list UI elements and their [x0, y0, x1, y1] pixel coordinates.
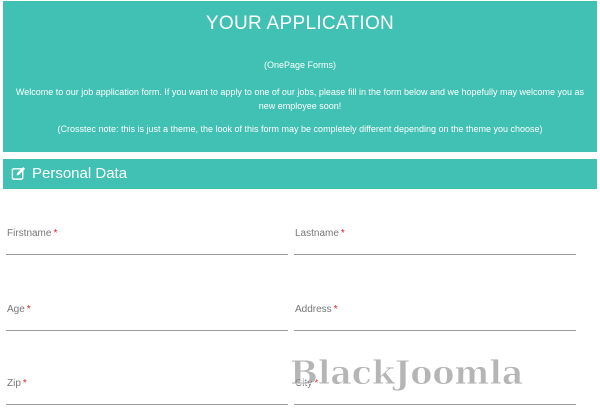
required-marker: *	[333, 304, 338, 315]
age-field[interactable]: Age *	[6, 300, 288, 331]
firstname-label: Firstname *	[7, 228, 58, 239]
required-marker: *	[53, 228, 58, 239]
address-field[interactable]: Address *	[294, 300, 576, 331]
city-label: City *	[295, 378, 319, 389]
welcome-text: Welcome to our job application form. If …	[15, 87, 585, 111]
zip-field[interactable]: Zip *	[6, 374, 288, 405]
required-marker: *	[22, 378, 27, 389]
form-subtitle: (OnePage Forms)	[263, 60, 337, 70]
theme-note: (Crosstec note: this is just a theme, th…	[57, 124, 543, 134]
section-title: Personal Data	[32, 165, 128, 182]
page-title: YOUR APPLICATION	[205, 13, 395, 34]
city-field[interactable]: City *	[294, 374, 576, 405]
form-header: YOUR APPLICATION (OnePage Forms) Welcome…	[3, 1, 597, 152]
lastname-label: Lastname *	[295, 228, 345, 239]
required-marker: *	[26, 304, 31, 315]
firstname-field[interactable]: Firstname *	[6, 224, 288, 255]
address-label: Address *	[295, 304, 338, 315]
age-label: Age *	[7, 304, 31, 315]
required-marker: *	[340, 228, 345, 239]
lastname-field[interactable]: Lastname *	[294, 224, 576, 255]
zip-label: Zip *	[7, 378, 27, 389]
edit-icon	[11, 166, 26, 180]
section-header-personal-data: Personal Data	[3, 159, 597, 189]
required-marker: *	[314, 378, 319, 389]
